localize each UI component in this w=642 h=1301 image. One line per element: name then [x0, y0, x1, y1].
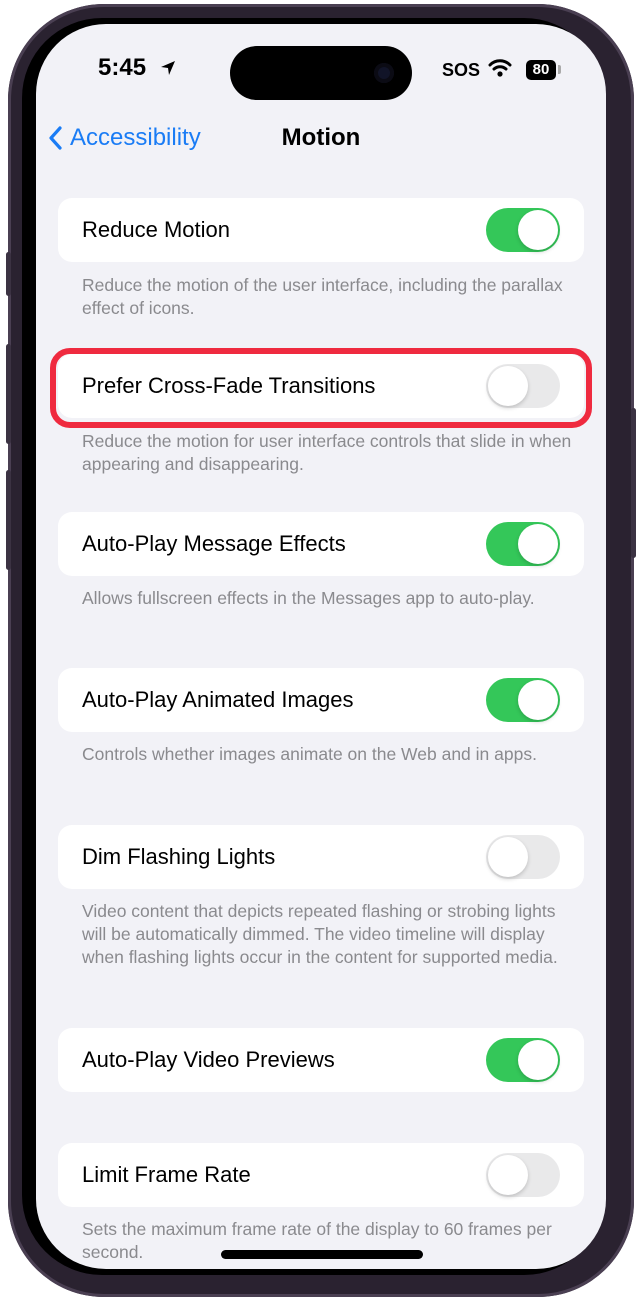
setting-footer: Reduce the motion of the user interface,… — [82, 275, 563, 318]
setting-row-limit-frame-rate: Limit Frame Rate — [58, 1143, 584, 1207]
setting-label: Limit Frame Rate — [82, 1162, 251, 1187]
toggle-knob — [488, 837, 528, 877]
location-arrow-icon — [161, 61, 175, 75]
carrier-status: SOS — [442, 60, 481, 80]
reduce-motion-toggle[interactable] — [486, 208, 560, 252]
toggle-knob — [518, 524, 558, 564]
auto-play-video-previews-toggle[interactable] — [486, 1038, 560, 1082]
battery-tip — [558, 65, 561, 74]
setting-footer: Reduce the motion for user interface con… — [82, 431, 572, 474]
setting-row-auto-play-animated-images: Auto-Play Animated Images — [58, 668, 584, 732]
toggle-knob — [518, 210, 558, 250]
volume-up-button — [6, 344, 11, 444]
dynamic-island — [230, 46, 412, 100]
setting-row-prefer-cross-fade: Prefer Cross-Fade Transitions — [58, 354, 584, 418]
setting-footer: Controls whether images animate on the W… — [82, 744, 537, 764]
page-title: Motion — [281, 124, 361, 151]
wifi-icon — [488, 59, 512, 77]
auto-play-message-effects-toggle[interactable] — [486, 522, 560, 566]
home-indicator[interactable] — [221, 1250, 423, 1259]
setting-label: Auto-Play Animated Images — [82, 687, 354, 712]
action-button — [6, 252, 11, 296]
toggle-knob — [488, 366, 528, 406]
setting-row-auto-play-message-effects: Auto-Play Message Effects — [58, 512, 584, 576]
setting-label: Dim Flashing Lights — [82, 844, 276, 869]
camera-icon — [374, 63, 394, 83]
setting-row-dim-flashing-lights: Dim Flashing Lights — [58, 825, 584, 889]
toggle-knob — [518, 1040, 558, 1080]
toggle-knob — [518, 680, 558, 720]
setting-label: Auto-Play Message Effects — [82, 531, 346, 556]
battery-level: 80 — [526, 60, 556, 80]
setting-label: Auto-Play Video Previews — [82, 1047, 335, 1072]
screen: 5:45 SOS 80 Accessibility Motion Reduce … — [36, 24, 606, 1269]
setting-label: Reduce Motion — [82, 217, 230, 242]
setting-footer: Video content that depicts repeated flas… — [82, 901, 558, 967]
setting-label: Prefer Cross-Fade Transitions — [82, 373, 376, 398]
auto-play-animated-images-toggle[interactable] — [486, 678, 560, 722]
toggle-knob — [488, 1155, 528, 1195]
navigation-bar: Accessibility Motion — [36, 116, 606, 166]
setting-footer: Allows fullscreen effects in the Message… — [82, 588, 535, 608]
status-time: 5:45 — [98, 54, 147, 81]
prefer-cross-fade-toggle[interactable] — [486, 364, 560, 408]
dim-flashing-lights-toggle[interactable] — [486, 835, 560, 879]
side-button — [631, 408, 636, 558]
setting-row-reduce-motion: Reduce Motion — [58, 198, 584, 262]
setting-row-auto-play-video-previews: Auto-Play Video Previews — [58, 1028, 584, 1092]
volume-down-button — [6, 470, 11, 570]
limit-frame-rate-toggle[interactable] — [486, 1153, 560, 1197]
